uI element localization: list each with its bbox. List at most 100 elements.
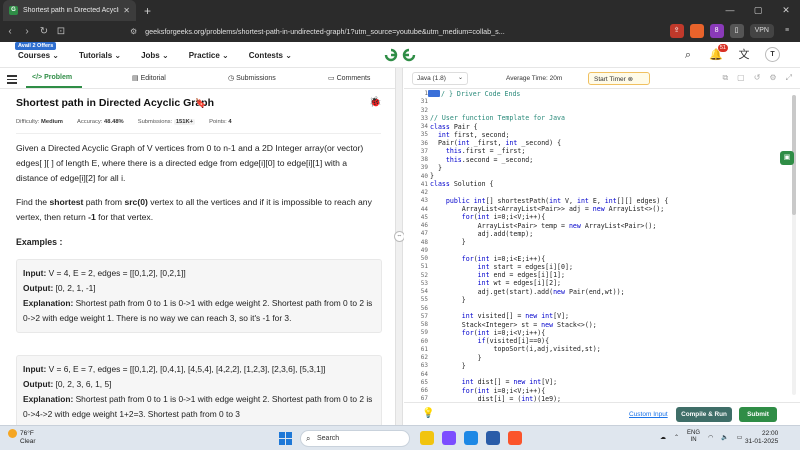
- tab-editorial[interactable]: ▤ Editorial: [132, 74, 166, 82]
- minimize-icon[interactable]: —: [716, 0, 744, 21]
- hint-bulb-icon[interactable]: 💡: [422, 408, 434, 419]
- line-number: 50: [420, 255, 428, 262]
- editor-scrollbar[interactable]: [792, 95, 796, 395]
- file-explorer-icon[interactable]: [420, 431, 434, 445]
- volume-icon[interactable]: 🔈: [721, 434, 728, 441]
- report-bug-icon[interactable]: 🐞: [369, 97, 381, 108]
- brave-rewards-icon[interactable]: 8: [709, 24, 724, 38]
- language-select[interactable]: Java (1.8) ⌄: [412, 72, 468, 85]
- code-line: }: [430, 238, 466, 246]
- back-icon[interactable]: ‹: [3, 26, 17, 37]
- close-window-icon[interactable]: ✕: [772, 0, 800, 21]
- bookmark-page-icon[interactable]: ⊡: [54, 26, 68, 37]
- line-number: 46: [420, 222, 428, 229]
- line-number: 48: [420, 238, 428, 246]
- copy-icon[interactable]: ⧉: [722, 73, 728, 83]
- avatar[interactable]: T: [765, 47, 780, 62]
- translate-icon[interactable]: 文: [737, 48, 751, 62]
- edge-icon[interactable]: [464, 431, 478, 445]
- vpn-button[interactable]: VPN: [749, 24, 774, 38]
- menu-courses[interactable]: Courses ⌄: [18, 51, 59, 60]
- browser-menu-icon[interactable]: ≡: [780, 24, 794, 38]
- browser-tab[interactable]: G Shortest path in Directed Acyclic ✕: [3, 0, 136, 21]
- extensions-area: ⇪ 8 ▯ VPN ≡: [669, 24, 794, 38]
- code-line: ArrayList<ArrayList<Pair>> adj = new Arr…: [430, 205, 665, 213]
- reload-icon[interactable]: ↻: [37, 26, 51, 37]
- battery-icon[interactable]: ▭: [737, 434, 743, 441]
- line-number: 36: [420, 139, 428, 147]
- example-explanation: Explanation: Shortest path from 0 to 1 i…: [23, 298, 373, 323]
- code-line: }: [430, 361, 466, 370]
- tray-chevron-icon[interactable]: ⌃: [674, 434, 679, 441]
- line-number: 43: [420, 197, 428, 205]
- gfg-logo[interactable]: [383, 47, 417, 63]
- custom-input-link[interactable]: Custom Input: [629, 411, 668, 418]
- code-line: public int[] shortestPath(int V, int E, …: [445, 196, 669, 205]
- example-output: Output: [0, 2, 3, 6, 1, 5]: [23, 379, 112, 389]
- site-info-icon[interactable]: ⚙: [130, 27, 137, 36]
- menu-tutorials[interactable]: Tutorials ⌄: [79, 51, 121, 60]
- settings-icon[interactable]: ⚙: [769, 73, 776, 83]
- menu-contests[interactable]: Contests ⌄: [249, 51, 292, 60]
- divider: [16, 133, 381, 134]
- gfg-logo-icon: [384, 48, 416, 62]
- code-line: dist[i] = (int)(1e9);: [430, 394, 562, 402]
- wifi-icon[interactable]: ◠: [708, 434, 713, 441]
- submit-button[interactable]: Submit: [739, 407, 777, 422]
- start-timer-button[interactable]: Start Timer ⊗: [588, 72, 650, 85]
- new-tab-icon[interactable]: +: [144, 4, 151, 18]
- browser-tab-bar: G Shortest path in Directed Acyclic ✕ + …: [0, 0, 800, 21]
- submissions: Submissions: 151K+: [137, 119, 196, 125]
- sidebar-toggle-icon[interactable]: ▯: [729, 24, 744, 38]
- folded-region-marker[interactable]: [428, 90, 440, 97]
- example-output: Output: [0, 2, 1, -1]: [23, 283, 96, 293]
- problem-tabs: </> Problem ▤ Editorial ◷ Submissions ▭ …: [0, 68, 395, 89]
- editor-footer: 💡 Custom Input Compile & Run Submit: [404, 402, 800, 425]
- address-bar: ‹ › ↻ ⊡ ⚙ geeksforgeeks.org/problems/sho…: [0, 21, 800, 42]
- line-number: 54: [420, 288, 428, 295]
- line-number: 38: [420, 156, 428, 163]
- brave-shield-icon[interactable]: [689, 24, 704, 38]
- cloud-icon[interactable]: ☁: [660, 434, 666, 441]
- menu-practice[interactable]: Practice ⌄: [189, 51, 229, 60]
- line-number: 35: [420, 131, 428, 139]
- tab-comments[interactable]: ▭ Comments: [328, 74, 370, 82]
- code-line: int dist[] = new int[V];: [461, 378, 558, 387]
- hamburger-menu-icon[interactable]: [7, 73, 17, 84]
- offers-badge[interactable]: Avail 2 Offers: [15, 42, 57, 50]
- url-field[interactable]: ⚙ geeksforgeeks.org/problems/shortest-pa…: [130, 23, 550, 40]
- fullscreen-icon[interactable]: ⤢: [786, 73, 792, 83]
- close-tab-icon[interactable]: ✕: [123, 6, 130, 15]
- menu-jobs[interactable]: Jobs ⌄: [141, 51, 169, 60]
- tab-submissions[interactable]: ◷ Submissions: [228, 74, 276, 82]
- line-number: 49: [420, 246, 428, 254]
- brave-icon[interactable]: [508, 431, 522, 445]
- app-icon[interactable]: [486, 431, 500, 445]
- bookmark-icon[interactable]: 🔖: [195, 98, 206, 109]
- code-editor[interactable]: 1 31 32 33 34 35 36 37 38 39 40 41 42 43 44 45 46 47 48 49 5…: [404, 89, 800, 402]
- start-menu-icon[interactable]: [279, 432, 292, 445]
- forward-icon[interactable]: ›: [20, 26, 34, 37]
- share-icon[interactable]: ⇪: [669, 24, 684, 38]
- search-icon[interactable]: ⌕: [681, 48, 695, 62]
- language-indicator[interactable]: ENG IN: [687, 430, 700, 444]
- code-line: class Pair {: [430, 122, 478, 131]
- notifications-icon[interactable]: 🔔 51: [709, 43, 728, 62]
- panel-splitter[interactable]: ⇔: [394, 68, 405, 425]
- taskbar-search[interactable]: ⌕ Search: [300, 430, 410, 447]
- line-number: 62: [420, 354, 428, 361]
- chat-icon[interactable]: ▣: [780, 151, 794, 165]
- clock[interactable]: 22:00 31-01-2025: [745, 430, 778, 446]
- compile-run-button[interactable]: Compile & Run: [676, 407, 732, 422]
- code-line: int end = edges[i][1];: [477, 271, 565, 279]
- code-line: class Solution {: [430, 180, 494, 189]
- tab-problem[interactable]: </> Problem: [25, 74, 83, 88]
- file-icon[interactable]: ▢: [737, 73, 745, 83]
- problem-panel: Shortest path in Directed Acyclic Graph …: [0, 89, 395, 425]
- maximize-icon[interactable]: ▢: [744, 0, 772, 21]
- line-number: 67: [420, 395, 428, 402]
- photos-icon[interactable]: [442, 431, 456, 445]
- weather-widget[interactable]: 76°F Clear: [8, 429, 36, 446]
- reset-icon[interactable]: ↺: [754, 73, 761, 83]
- code-line: ArrayList<Pair> temp = new ArrayList<Pai…: [430, 221, 657, 230]
